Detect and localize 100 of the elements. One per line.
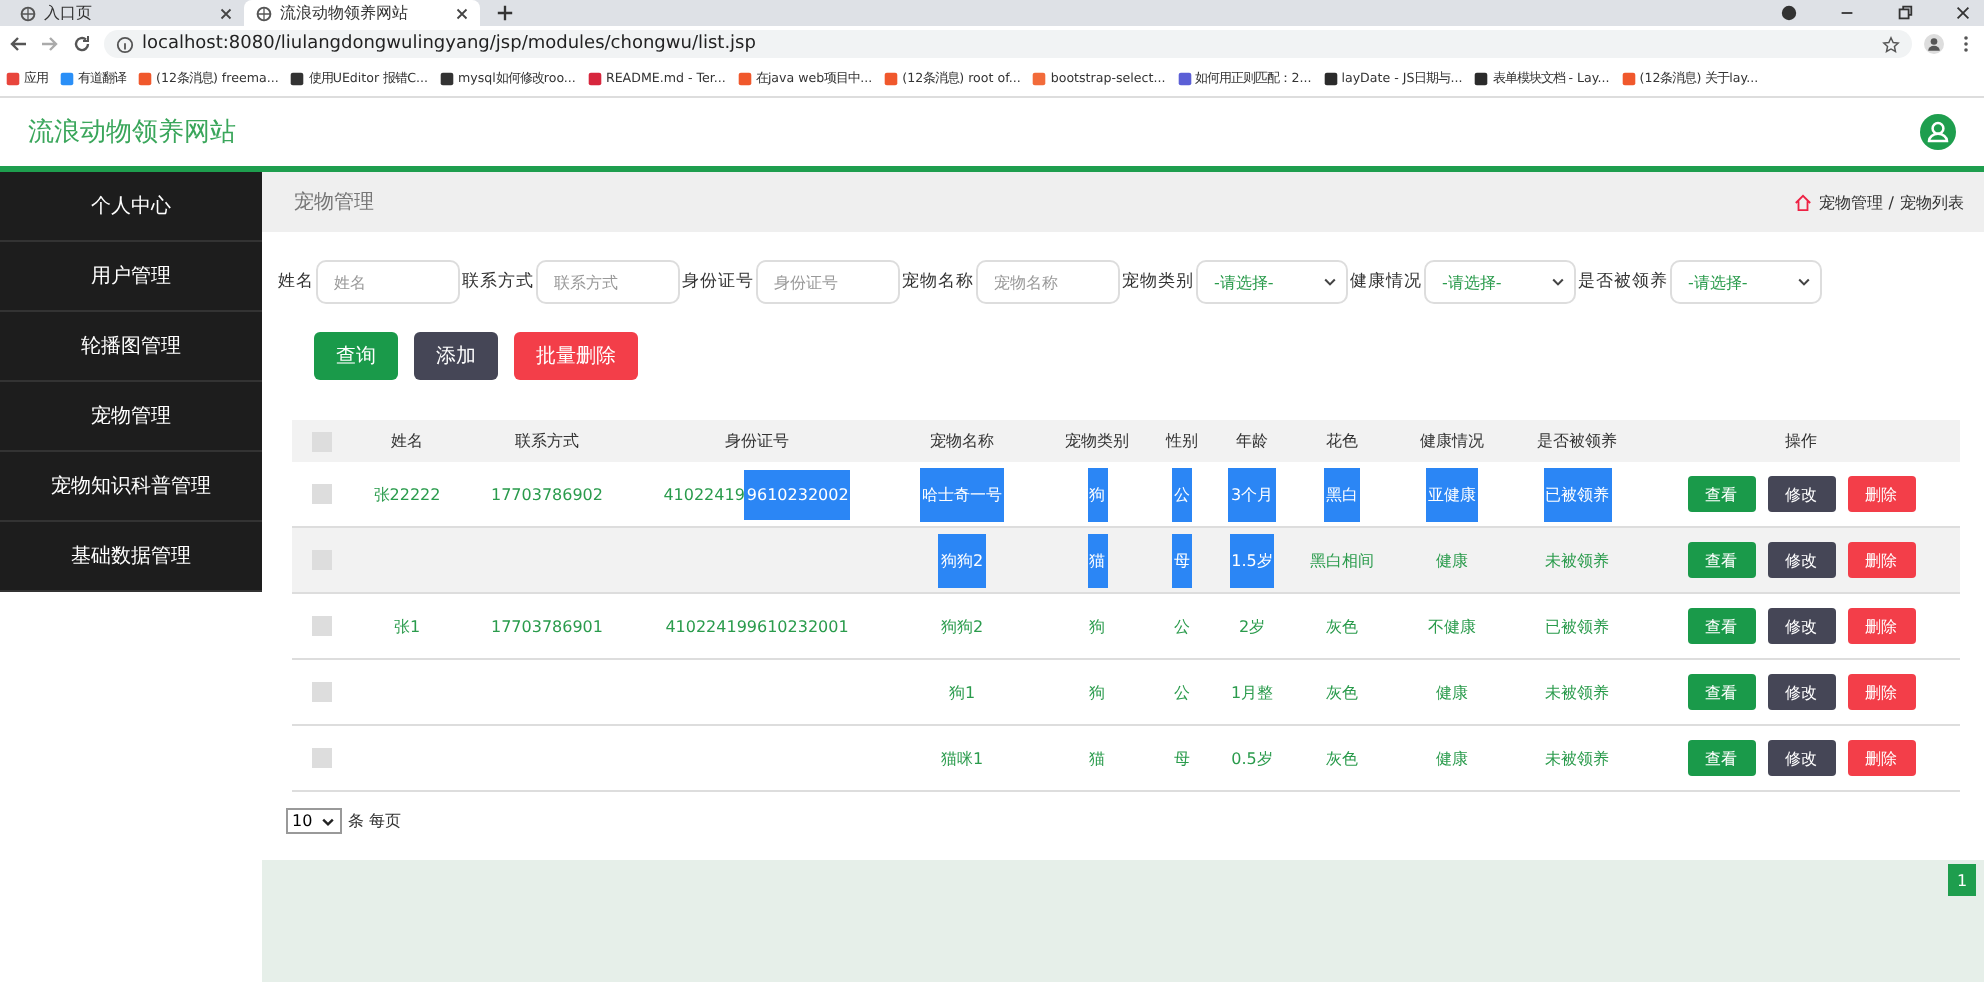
table-cell: 未被领养	[1545, 681, 1609, 703]
table-cell: 不健康	[1428, 615, 1476, 637]
back-icon[interactable]	[8, 34, 28, 54]
checkbox[interactable]	[312, 682, 332, 702]
action-button[interactable]: 添加	[414, 332, 498, 380]
row-action-button[interactable]: 查看	[1687, 542, 1755, 578]
table-cell: 已被领养	[1543, 467, 1611, 521]
table-cell: 灰色	[1326, 681, 1358, 703]
filter-label: 宠物名称	[902, 270, 974, 294]
caret-icon	[320, 813, 336, 829]
table-cell: 猫	[1089, 747, 1105, 769]
row-action-button[interactable]: 删除	[1847, 674, 1915, 710]
close-icon[interactable]	[456, 7, 468, 19]
table-cell: 1月整	[1230, 681, 1274, 703]
table-cell: 健康	[1436, 549, 1468, 571]
table-cell: 1.5岁	[1229, 533, 1275, 587]
account-icon[interactable]	[1924, 34, 1944, 54]
checkbox[interactable]	[312, 748, 332, 768]
table-cell: 黑白	[1324, 467, 1360, 521]
row-action-button[interactable]: 查看	[1687, 740, 1755, 776]
filter-label: 是否被领养	[1578, 270, 1668, 294]
row-action-button[interactable]: 查看	[1687, 674, 1755, 710]
table-cell: 未被领养	[1545, 747, 1609, 769]
reload-icon[interactable]	[72, 34, 92, 54]
table-cell: 亚健康	[1426, 467, 1478, 521]
table-cell: 狗狗2	[940, 615, 984, 637]
row-action-button[interactable]: 修改	[1767, 608, 1835, 644]
row-action-button[interactable]: 修改	[1767, 674, 1835, 710]
table-cell: 已被领养	[1545, 615, 1609, 637]
filter-label: 联系方式	[462, 270, 534, 294]
table-cell: 猫	[1087, 533, 1107, 587]
address-field[interactable]: localhost:8080/liulangdongwulingyang/jsp/modules/chongwu/list.jsp	[104, 30, 1912, 58]
row-action-button[interactable]: 修改	[1767, 476, 1835, 512]
table-cell: 灰色	[1326, 747, 1358, 769]
globe-icon	[256, 5, 272, 21]
column-header: 姓名	[389, 430, 425, 452]
browser-tab[interactable]: 流浪动物领养网站	[244, 0, 480, 26]
table-cell: 狗1	[948, 681, 976, 703]
column-header: 健康情况	[1418, 430, 1486, 452]
table-cell: 狗	[1089, 681, 1105, 703]
filter-label: 身份证号	[682, 270, 754, 294]
table-cell: 17703786901	[491, 617, 603, 635]
checkbox[interactable]	[312, 484, 332, 504]
table-cell: 黑白相间	[1310, 549, 1374, 571]
table-cell: 3个月	[1228, 467, 1276, 521]
input-field[interactable]: 身份证号	[756, 260, 900, 304]
table-cell: 健康	[1436, 681, 1468, 703]
select-field[interactable]: -请选择-	[1196, 260, 1348, 304]
home-icon[interactable]	[1794, 193, 1813, 211]
row-action-button[interactable]: 删除	[1847, 476, 1915, 512]
input-field[interactable]: 联系方式	[536, 260, 680, 304]
table-cell: 灰色	[1326, 615, 1358, 637]
action-button[interactable]: 查询	[314, 332, 398, 380]
select-field[interactable]: -请选择-	[1424, 260, 1576, 304]
table-cell: 410224199610232002	[663, 469, 851, 519]
table-cell: 0.5岁	[1231, 747, 1273, 769]
table-cell: 未被领养	[1545, 549, 1609, 571]
table-cell: 猫咪1	[940, 747, 984, 769]
input-field[interactable]: 姓名	[316, 260, 460, 304]
table-cell: 健康	[1436, 747, 1468, 769]
breadcrumb-item: 宠物管理	[1818, 191, 1883, 213]
new-tab-icon[interactable]	[496, 4, 514, 22]
row-action-button[interactable]: 修改	[1767, 542, 1835, 578]
close-icon[interactable]	[1954, 4, 1972, 22]
restore-icon[interactable]	[1896, 4, 1914, 22]
site-title: 流浪动物领养网站	[28, 116, 236, 150]
caret-icon	[1796, 274, 1812, 290]
row-action-button[interactable]: 查看	[1687, 608, 1755, 644]
table-cell: 母	[1172, 533, 1192, 587]
table-cell: 狗	[1087, 467, 1107, 521]
page-size-select[interactable]: 10	[286, 808, 342, 834]
table-cell: 狗	[1089, 615, 1105, 637]
row-action-button[interactable]: 删除	[1847, 542, 1915, 578]
user-avatar-icon[interactable]	[1920, 114, 1956, 150]
column-header: 宠物类别	[1063, 430, 1131, 452]
browser-tab[interactable]: 入口页	[8, 0, 244, 26]
row-action-button[interactable]: 修改	[1767, 740, 1835, 776]
filter-label: 宠物类别	[1122, 270, 1194, 294]
table-cell: 公	[1174, 615, 1190, 637]
page-size-label: 条 每页	[348, 810, 402, 832]
input-field[interactable]: 宠物名称	[976, 260, 1120, 304]
close-icon[interactable]	[220, 7, 232, 19]
row-action-button[interactable]: 删除	[1847, 608, 1915, 644]
filter-label: 姓名	[278, 270, 314, 294]
column-header: 操作	[1783, 430, 1819, 452]
column-header: 宠物名称	[928, 430, 996, 452]
row-action-button[interactable]: 删除	[1847, 740, 1915, 776]
select-field[interactable]: -请选择-	[1670, 260, 1822, 304]
caret-icon	[1322, 274, 1338, 290]
table-cell: 17703786902	[491, 485, 603, 503]
info-icon[interactable]	[116, 35, 134, 53]
checkbox[interactable]	[312, 616, 332, 636]
star-icon[interactable]	[1882, 35, 1900, 53]
column-header: 身份证号	[723, 430, 791, 452]
caret-icon	[1550, 274, 1566, 290]
action-button[interactable]: 批量删除	[514, 332, 638, 380]
table-cell: 公	[1174, 681, 1190, 703]
row-action-button[interactable]: 查看	[1687, 476, 1755, 512]
column-header: 是否被领养	[1535, 430, 1619, 452]
profile-icon[interactable]	[1780, 4, 1798, 22]
